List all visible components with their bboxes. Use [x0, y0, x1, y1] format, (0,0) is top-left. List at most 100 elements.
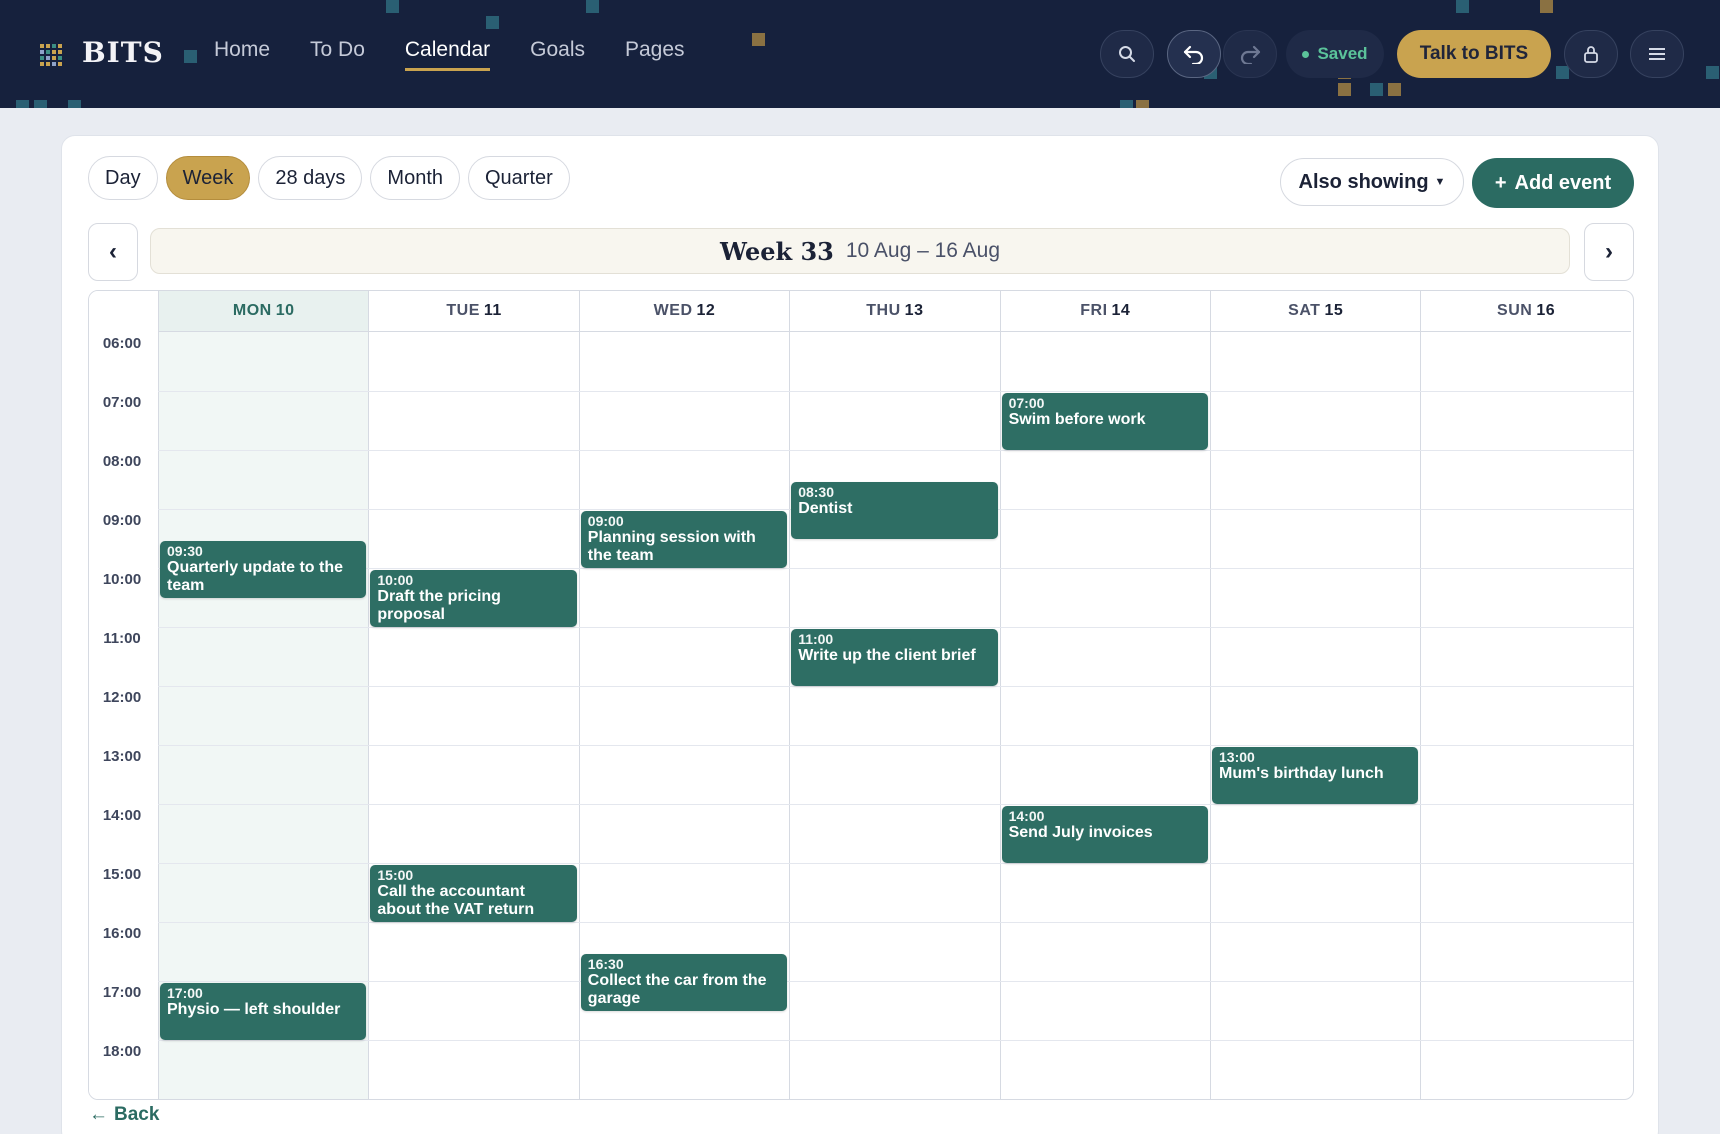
calendar-event[interactable]: 16:30 Collect the car from the garage	[580, 953, 788, 1011]
day-header[interactable]: SUN 16	[1420, 291, 1631, 332]
day-header[interactable]: WED 12	[578, 291, 790, 332]
calendar-event[interactable]: 09:30 Quarterly update to the team	[160, 540, 367, 598]
calendar-event[interactable]: 09:00 Planning session with the team	[580, 511, 788, 568]
day-number: 11	[483, 302, 502, 319]
decorative-square	[1540, 0, 1553, 13]
chevron-left-icon: ‹	[109, 238, 117, 265]
calendar-event[interactable]: 08:30 Dentist	[791, 481, 998, 539]
nav-goals[interactable]: Goals	[530, 38, 585, 71]
calendar-event[interactable]: 17:00 Physio — left shoulder	[160, 983, 367, 1040]
back-link[interactable]: ← Back	[89, 1104, 159, 1126]
menu-button[interactable]	[1630, 30, 1684, 78]
day-column[interactable]	[1420, 332, 1630, 1099]
hour-gridline	[158, 627, 1633, 628]
hour-label: 13:00	[102, 748, 142, 765]
event-time: 14:00	[1008, 808, 1045, 824]
nav-pages[interactable]: Pages	[625, 38, 685, 71]
nav-home[interactable]: Home	[214, 38, 270, 71]
search-button[interactable]	[1100, 30, 1154, 78]
menu-icon	[1649, 48, 1665, 60]
decorative-square	[586, 0, 599, 13]
calendar-event[interactable]: 15:00 Call the accountant about the VAT r…	[370, 865, 577, 922]
day-header[interactable]: FRI 14	[999, 291, 1210, 332]
calendar-event[interactable]: 14:00 Send July invoices	[1001, 806, 1208, 863]
calendar-event[interactable]: 11:00 Write up the client brief	[791, 629, 998, 686]
view-month[interactable]: Month	[370, 156, 460, 200]
view-switcher: Day Week 28 days Month Quarter	[88, 156, 570, 200]
decorative-square	[1338, 83, 1351, 96]
event-title: Physio — left shoulder	[167, 1001, 341, 1018]
view-day[interactable]: Day	[88, 156, 158, 200]
top-navigation-bar: BITS Home To Do Calendar Goals Pages Sav…	[0, 0, 1720, 108]
week-date-range: 10 Aug – 16 Aug	[845, 239, 1001, 262]
next-week-button[interactable]: ›	[1584, 223, 1634, 281]
view-quarter[interactable]: Quarter	[468, 156, 570, 200]
event-time: 13:00	[1219, 749, 1255, 765]
undo-button[interactable]	[1167, 30, 1221, 78]
day-number: 10	[275, 302, 295, 319]
caret-down-icon: ▼	[1434, 176, 1446, 188]
event-time: 16:30	[587, 955, 624, 972]
event-time: 17:00	[167, 985, 203, 1001]
back-label: Back	[114, 1104, 160, 1125]
saved-label: Saved	[1317, 44, 1368, 63]
search-icon	[1119, 46, 1135, 62]
event-time: 09:00	[587, 513, 624, 529]
hour-gridline	[158, 863, 1633, 864]
redo-button[interactable]	[1223, 30, 1277, 78]
hour-gridline	[158, 981, 1633, 982]
hour-label: 15:00	[102, 866, 142, 883]
decorative-square	[16, 100, 29, 108]
day-header[interactable]: SAT 15	[1210, 291, 1421, 332]
hour-label: 07:00	[102, 394, 142, 411]
talk-to-bits-button[interactable]: Talk to BITS	[1397, 30, 1551, 78]
day-header[interactable]: TUE 11	[368, 291, 579, 332]
calendar-event[interactable]: 07:00 Swim before work	[1001, 393, 1208, 450]
decorative-square	[486, 16, 499, 29]
arrow-left-icon: ←	[89, 1104, 108, 1125]
view-week[interactable]: Week	[165, 156, 251, 200]
view-28-days[interactable]: 28 days	[258, 156, 363, 200]
day-column[interactable]	[789, 332, 999, 1099]
brand-name[interactable]: BITS	[82, 36, 164, 69]
day-column[interactable]	[1210, 332, 1420, 1099]
decorative-square	[752, 33, 765, 46]
day-number: 16	[1536, 302, 1556, 319]
decorative-square	[1456, 0, 1469, 13]
event-title: Dentist	[798, 499, 853, 517]
week-header: Week 33 10 Aug – 16 Aug	[150, 228, 1570, 274]
main-nav: Home To Do Calendar Goals Pages	[214, 38, 725, 71]
calendar-event[interactable]: 13:00 Mum's birthday lunch	[1212, 747, 1419, 804]
calendar-event[interactable]: 10:00 Draft the pricing proposal	[370, 570, 577, 627]
day-header[interactable]: MON 10	[158, 291, 369, 332]
also-showing-dropdown[interactable]: Also showing ▼	[1280, 158, 1464, 206]
add-event-button[interactable]: + Add event	[1472, 158, 1634, 208]
event-time: 09:30	[167, 542, 203, 559]
also-showing-label: Also showing	[1298, 170, 1429, 193]
day-of-week: WED	[653, 302, 693, 319]
decorative-square	[34, 100, 47, 108]
event-time: 11:00	[798, 631, 834, 647]
day-of-week: MON	[232, 302, 272, 319]
week-number: Week 33	[719, 236, 834, 266]
saved-status: Saved	[1286, 30, 1384, 78]
day-column[interactable]	[368, 332, 578, 1099]
nav-calendar[interactable]: Calendar	[404, 38, 491, 71]
event-time: 07:00	[1008, 395, 1045, 411]
event-title: Send July invoices	[1008, 824, 1153, 841]
day-number: 12	[696, 302, 716, 319]
add-event-label: Add event	[1514, 171, 1612, 194]
nav-to-do[interactable]: To Do	[310, 38, 365, 71]
event-time: 15:00	[377, 867, 414, 883]
lock-button[interactable]	[1564, 30, 1618, 78]
day-header[interactable]: THU 13	[789, 291, 1000, 332]
event-time: 08:30	[798, 483, 834, 500]
week-grid: MON 10 TUE 11 WED 12 THU 13 FRI 14 SAT 15 SUN 16 06:00…	[88, 290, 1634, 1100]
hour-gridline	[158, 450, 1633, 451]
previous-week-button[interactable]: ‹	[88, 223, 138, 281]
hour-gridline	[158, 391, 1633, 392]
hour-gridline	[158, 1040, 1633, 1041]
day-of-week: SUN	[1497, 302, 1533, 319]
decorative-square	[1388, 83, 1401, 96]
hour-label: 08:00	[102, 453, 142, 470]
